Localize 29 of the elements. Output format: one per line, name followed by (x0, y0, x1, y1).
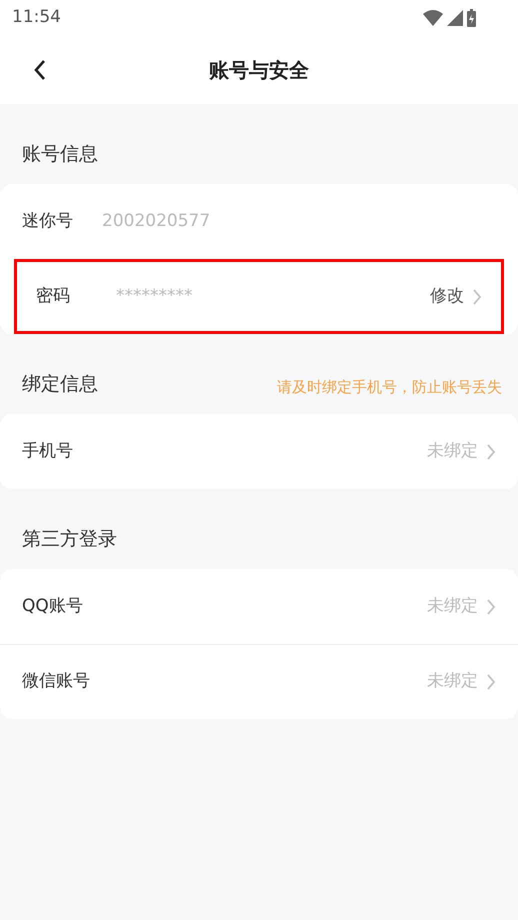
settings-row[interactable]: 密码 ********* 修改 (14, 259, 504, 334)
row-action: 未绑定 (427, 440, 478, 463)
section-title: 绑定信息 (22, 372, 98, 396)
row-action: 未绑定 (427, 670, 478, 694)
chevron-right-icon (486, 442, 496, 460)
battery-icon (467, 9, 476, 27)
row-label: 手机号 (22, 440, 74, 463)
row-value: ********* (116, 285, 192, 308)
row-action: 修改 (430, 285, 464, 308)
section-title: 第三方登录 (22, 526, 117, 552)
row-label: 迷你号 (22, 210, 74, 233)
row-label: 密码 (36, 285, 71, 308)
chevron-right-icon (486, 598, 496, 616)
settings-row[interactable]: 迷你号 2002020577 (0, 184, 518, 259)
row-value: 2002020577 (102, 210, 210, 233)
status-time: 11:54 (12, 6, 61, 30)
settings-row[interactable]: QQ账号 未绑定 (0, 569, 518, 644)
signal-icon (447, 10, 463, 26)
wifi-icon (423, 10, 443, 26)
row-action: 未绑定 (427, 594, 478, 618)
settings-row[interactable]: 微信账号 未绑定 (0, 644, 518, 719)
settings-row[interactable]: 手机号 未绑定 (0, 414, 518, 489)
chevron-right-icon (486, 673, 496, 691)
section-title: 账号信息 (22, 142, 98, 166)
section-note: 请及时绑定手机号，防止账号丢失 (277, 376, 502, 398)
row-label: 微信账号 (22, 670, 91, 694)
page-title: 账号与安全 (209, 57, 309, 84)
row-label: QQ账号 (22, 594, 84, 618)
chevron-right-icon (472, 288, 482, 306)
